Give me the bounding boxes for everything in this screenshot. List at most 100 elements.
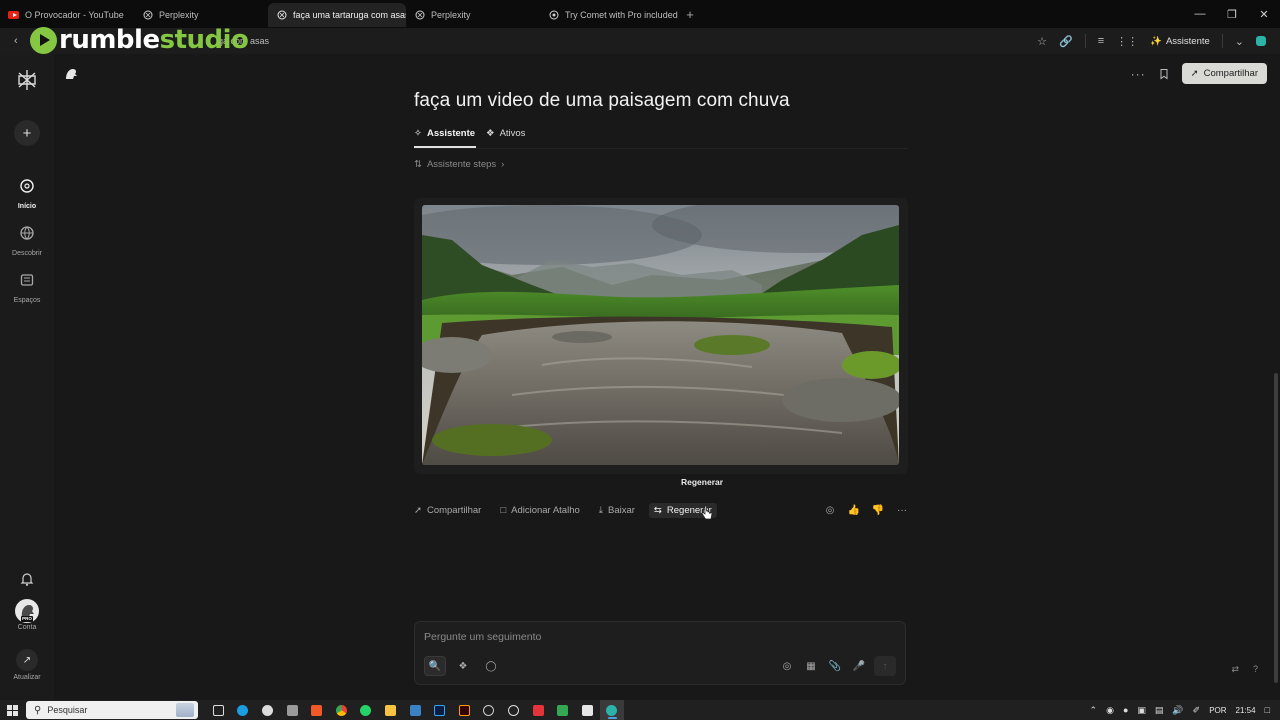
attach-icon[interactable]: 📎 xyxy=(826,656,844,676)
home-search-icon xyxy=(20,179,34,193)
audio-wave-icon[interactable]: ⋮⋮ xyxy=(1116,35,1138,48)
scrollbar-thumb[interactable] xyxy=(1274,373,1278,683)
chevron-down-icon[interactable]: ⌄ xyxy=(1235,35,1244,48)
browser-tab-perplexity-1[interactable]: Perplexity xyxy=(134,3,268,27)
tray-app-icon[interactable]: ▣ xyxy=(1137,705,1146,716)
app-icon[interactable] xyxy=(280,700,305,720)
perplexity-logo-icon[interactable] xyxy=(15,68,39,92)
menu-lines-icon[interactable]: ≡ xyxy=(1098,35,1104,47)
thumbs-down-icon[interactable]: 👎 xyxy=(872,504,884,516)
followup-input-box[interactable]: Pergunte um seguimento 🔍 ❖ ◯ ◎ ▦ 📎 🎤 ↑ xyxy=(414,621,906,685)
steps-icon: ⇅ xyxy=(414,159,422,170)
update-label: Atualizar xyxy=(13,674,41,681)
photoshop-icon[interactable] xyxy=(427,700,452,720)
volume-icon[interactable]: 🔊 xyxy=(1172,705,1183,716)
app-icon[interactable] xyxy=(255,700,280,720)
followup-input[interactable]: Pergunte um seguimento xyxy=(424,631,541,643)
obs-icon[interactable] xyxy=(501,700,526,720)
window-controls: — ❐ ✕ xyxy=(1184,0,1280,28)
lightbulb-icon[interactable]: ◯ xyxy=(480,656,502,676)
research-mode-icon[interactable]: ❖ xyxy=(452,656,474,676)
network-icon[interactable]: ▤ xyxy=(1155,705,1164,716)
pen-icon[interactable]: ✐ xyxy=(1193,705,1201,716)
update-button[interactable]: ↗ Atualizar xyxy=(0,649,54,681)
sidebar-item-inicio[interactable]: Início xyxy=(0,178,54,210)
chevron-up-icon[interactable]: ⌃ xyxy=(1090,705,1098,716)
tray-app-icon[interactable]: ● xyxy=(1123,705,1128,715)
browser-tab-comet[interactable]: Try Comet with Pro included xyxy=(540,3,680,27)
link-icon[interactable]: 🔗 xyxy=(1059,35,1073,48)
tab-assistente[interactable]: ✧ Assistente xyxy=(414,125,475,141)
download-action[interactable]: ⤓ Baixar xyxy=(599,505,635,516)
app-icon[interactable] xyxy=(477,700,502,720)
sidebar-item-espacos[interactable]: Espaços xyxy=(0,272,54,304)
tray-app-icon[interactable]: ◉ xyxy=(1106,705,1114,716)
thumbs-up-icon[interactable]: 👍 xyxy=(848,504,860,516)
comet-browser-icon[interactable] xyxy=(599,700,625,720)
app-icon[interactable] xyxy=(550,700,575,720)
chrome-icon[interactable] xyxy=(329,700,354,720)
new-tab-button[interactable]: + xyxy=(680,7,700,22)
rumble-logo-icon xyxy=(30,26,57,54)
close-icon[interactable]: ✕ xyxy=(1248,0,1280,28)
app-icon[interactable] xyxy=(575,700,600,720)
notifications-icon[interactable]: □ xyxy=(1265,705,1270,715)
app-icon[interactable] xyxy=(526,700,551,720)
browser-tab-youtube[interactable]: O Provocador - YouTube xyxy=(0,3,134,27)
new-thread-button[interactable]: + xyxy=(14,120,40,146)
illustrator-icon[interactable] xyxy=(452,700,477,720)
globe-icon[interactable]: ◎ xyxy=(824,504,836,516)
browser-tab-perplexity-2[interactable]: Perplexity xyxy=(406,3,540,27)
tab-ativos[interactable]: ❖ Ativos xyxy=(486,125,525,141)
minimize-icon[interactable]: — xyxy=(1184,0,1216,28)
action-label: Compartilhar xyxy=(426,504,482,516)
sidebar-item-descobrir[interactable]: Descobrir xyxy=(0,225,54,257)
divider xyxy=(1084,34,1086,48)
whatsapp-icon[interactable] xyxy=(354,700,379,720)
clock[interactable]: 21:54 xyxy=(1236,706,1256,715)
add-shortcut-action[interactable]: □ Adicionar Atalho xyxy=(500,505,579,516)
bell-icon[interactable] xyxy=(19,571,35,587)
main-content: ··· ➚ Compartilhar faça um video de uma … xyxy=(54,54,1280,700)
tab-title: Perplexity xyxy=(159,10,199,20)
browser-tab-active[interactable]: faça uma tartaruga com asas xyxy=(268,3,406,27)
share-action[interactable]: ➚ Compartilhar xyxy=(414,505,481,516)
windows-start-icon[interactable] xyxy=(0,700,24,720)
back-icon[interactable]: ‹ xyxy=(14,35,28,47)
discover-globe-icon xyxy=(20,226,34,240)
restore-icon[interactable]: ❐ xyxy=(1216,0,1248,28)
taskbar-search[interactable]: ⚲ Pesquisar xyxy=(26,701,198,719)
thread-tabs: ✧ Assistente ❖ Ativos xyxy=(414,125,525,141)
bookmark-icon[interactable] xyxy=(1158,68,1170,80)
task-view-icon[interactable] xyxy=(206,700,231,720)
assistant-toggle[interactable]: ✨ Assistente xyxy=(1150,36,1210,47)
assistant-steps-toggle[interactable]: ⇅ Assistente steps › xyxy=(414,159,504,170)
help-icon[interactable]: ? xyxy=(1253,664,1258,675)
edge-icon[interactable] xyxy=(231,700,256,720)
sidebar-item-label: Descobrir xyxy=(12,250,42,257)
mouse-cursor-icon xyxy=(701,505,713,520)
account-label: Conta xyxy=(17,624,37,631)
perplexity-icon xyxy=(414,10,425,21)
star-icon[interactable]: ☆ xyxy=(1037,35,1047,48)
file-explorer-icon[interactable] xyxy=(378,700,403,720)
globe-icon[interactable]: ◎ xyxy=(778,656,796,676)
more-options-icon[interactable]: ··· xyxy=(896,504,908,516)
extension-icon[interactable] xyxy=(1256,36,1266,46)
input-mode-tools: 🔍 ❖ ◯ xyxy=(424,656,502,676)
assistant-icon: ✨ xyxy=(1150,35,1162,47)
regenerate-icon: ⇆ xyxy=(653,504,662,516)
brave-icon[interactable] xyxy=(304,700,329,720)
mail-icon[interactable] xyxy=(403,700,428,720)
model-chip-icon[interactable]: ▦ xyxy=(802,656,820,676)
language-indicator[interactable]: POR xyxy=(1209,706,1226,715)
generated-video-thumbnail[interactable] xyxy=(422,205,899,465)
address-bar-tools: ☆ 🔗 ≡ ⋮⋮ ✨ Assistente ⌄ xyxy=(1037,28,1266,54)
translate-icon[interactable]: ⇄ xyxy=(1231,664,1239,675)
microphone-icon[interactable]: 🎤 xyxy=(850,656,868,676)
search-mode-icon[interactable]: 🔍 xyxy=(424,656,446,676)
more-options-icon[interactable]: ··· xyxy=(1131,67,1146,81)
share-button[interactable]: ➚ Compartilhar xyxy=(1181,63,1267,84)
send-button[interactable]: ↑ xyxy=(874,656,896,676)
page-title: faça um video de uma paisagem com chuva xyxy=(414,90,790,111)
